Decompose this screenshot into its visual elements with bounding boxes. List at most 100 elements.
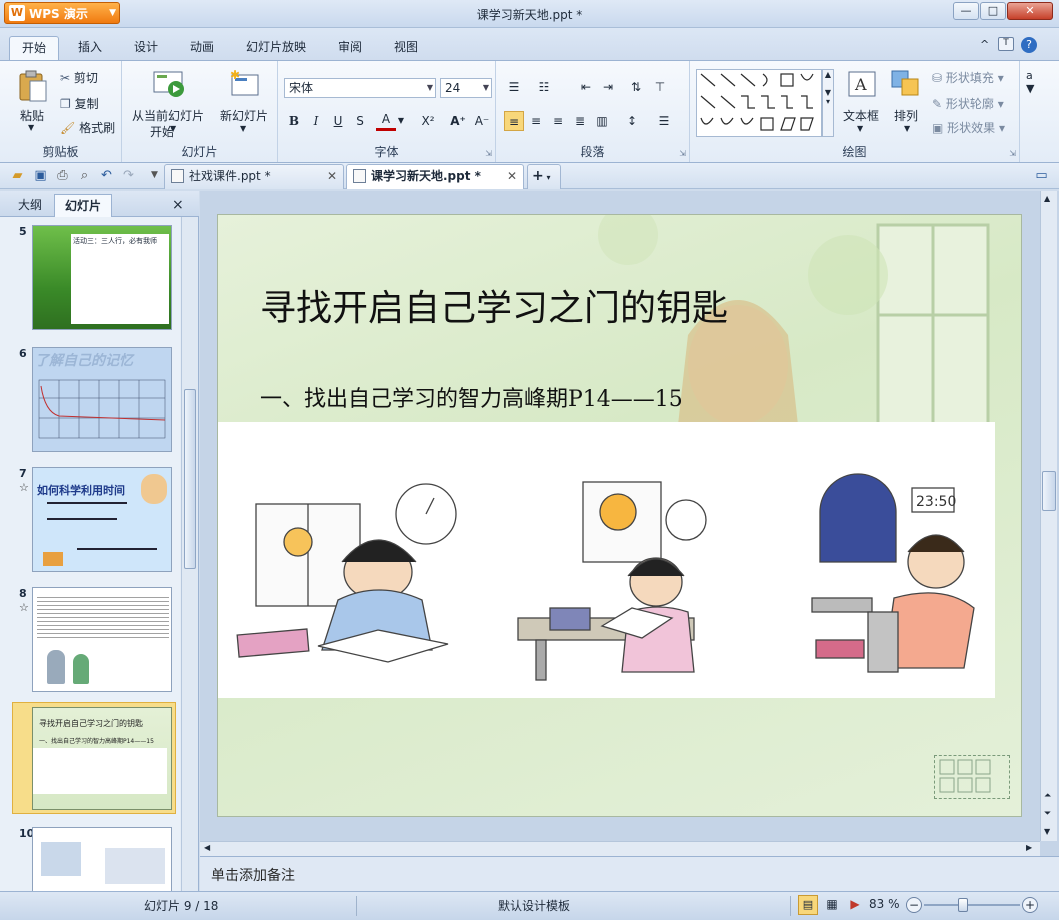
shape-outline-button[interactable]: ✎ 形状轮廓 ▾ (932, 95, 1004, 112)
maximize-button[interactable]: □ (980, 2, 1006, 20)
tab-view[interactable]: 视图 (382, 36, 430, 61)
cut-button[interactable]: ✂ 剪切 (60, 69, 98, 86)
arrange-icon[interactable] (890, 69, 922, 101)
doc-tab-2[interactable]: 课学习新天地.ppt * ✕ (346, 164, 524, 189)
zoom-slider-thumb[interactable] (958, 898, 968, 912)
shrink-font-button[interactable]: A⁻ (472, 111, 492, 131)
tab-slides[interactable]: 幻灯片 (54, 194, 113, 217)
strikethrough-button[interactable]: S (350, 111, 370, 131)
template-name[interactable]: 默认设计模板 (498, 897, 570, 914)
bold-button[interactable]: B (284, 111, 304, 131)
italic-button[interactable]: I (306, 111, 326, 131)
slide-sorter-icon[interactable]: ▦ (822, 895, 842, 915)
justify-button[interactable]: ≣ (570, 111, 590, 131)
slide-title[interactable]: 寻找开启自己学习之门的钥匙 (260, 279, 728, 331)
copy-button[interactable]: ❐ 复制 (60, 95, 99, 112)
tab-home[interactable]: 开始 (9, 36, 60, 61)
scrollbar-thumb[interactable] (184, 389, 196, 569)
help-icon[interactable]: ? (1021, 37, 1037, 53)
open-folder-icon[interactable]: ▰ (9, 167, 26, 184)
shapes-gallery-scroll[interactable]: ▲ ▼ ▾ (822, 69, 834, 137)
new-slide-button[interactable]: 新幻灯片 (220, 107, 268, 124)
slide-thumbnail-5[interactable]: 活动三：三人行，必有我师 (32, 225, 172, 330)
decrease-indent-icon[interactable]: ⇤ (576, 77, 596, 97)
tab-slideshow[interactable]: 幻灯片放映 (234, 36, 318, 61)
zoom-out-icon[interactable]: − (906, 897, 922, 913)
tab-animation[interactable]: 动画 (178, 36, 226, 61)
font-color-button[interactable]: A (376, 109, 396, 131)
collapse-ribbon-icon[interactable]: ^ (980, 38, 989, 51)
tab-review[interactable]: 审阅 (326, 36, 374, 61)
close-tab-icon[interactable]: ✕ (327, 165, 337, 187)
tab-outline[interactable]: 大纲 (8, 194, 52, 217)
shapes-gallery[interactable] (696, 69, 822, 137)
close-tab-icon[interactable]: ✕ (507, 165, 517, 187)
slide-thumbnail-8[interactable] (32, 587, 172, 692)
scroll-left-icon[interactable]: ◀ (204, 843, 210, 852)
new-tab-button[interactable]: + ▾ (527, 164, 561, 189)
window-list-icon[interactable]: ▭ (1033, 167, 1050, 184)
font-color-dropdown-icon[interactable]: ▼ (396, 111, 406, 131)
prev-slide-icon[interactable]: ⏶ (1044, 791, 1051, 801)
tab-design[interactable]: 设计 (122, 36, 170, 61)
slide-thumbnail-9[interactable]: 寻找开启自己学习之门的钥匙 一、找出自己学习的智力高峰期P14——15 (32, 707, 172, 810)
slide-thumbnail-10[interactable] (32, 827, 172, 891)
line-spacing-icon[interactable]: ↕ (622, 111, 642, 131)
align-text-icon[interactable]: ⊤ (650, 77, 670, 97)
paste-dropdown-icon[interactable]: ▼ (28, 123, 34, 132)
textbox-button[interactable]: 文本框 (843, 107, 879, 124)
zoom-in-icon[interactable]: + (1022, 897, 1038, 913)
next-slide-icon[interactable]: ⏷ (1044, 809, 1051, 819)
scroll-up-icon[interactable]: ▲ (1044, 194, 1050, 203)
play-from-current-icon[interactable] (152, 69, 184, 101)
from-current-button[interactable]: 从当前幻灯片 (132, 107, 204, 124)
study-illustration[interactable]: 23:50 (218, 422, 995, 698)
from-current-dropdown-icon[interactable]: ▼ (170, 124, 176, 133)
thumbnail-scrollbar[interactable] (181, 217, 198, 891)
text-direction-icon[interactable]: ⇅ (626, 77, 646, 97)
undo-icon[interactable]: ↶ (98, 167, 115, 184)
normal-view-icon[interactable]: ▤ (798, 895, 818, 915)
more-ribbon-icon[interactable]: a ▼ (1026, 69, 1034, 95)
slide-horizontal-scrollbar[interactable]: ◀ ▶ (200, 841, 1040, 856)
scroll-down-icon[interactable]: ▼ (1044, 827, 1050, 836)
font-size-select[interactable]: 24 ▼ (440, 78, 492, 98)
customize-toolbar-icon[interactable]: ▼ (146, 167, 163, 184)
paste-button[interactable]: 粘贴 (20, 107, 44, 124)
arrange-dropdown-icon[interactable]: ▼ (904, 124, 910, 133)
save-icon[interactable]: ▣ (32, 167, 49, 184)
underline-button[interactable]: U (328, 111, 348, 131)
close-button[interactable]: ✕ (1007, 2, 1053, 20)
slide-canvas[interactable]: 寻找开启自己学习之门的钥匙 一、找出自己学习的智力高峰期P14——15 23:5… (217, 214, 1022, 817)
distribute-button[interactable]: ▥ (592, 111, 612, 131)
paste-icon[interactable] (17, 69, 49, 102)
redo-icon[interactable]: ↷ (120, 167, 137, 184)
dialog-launcher-icon[interactable]: ⇲ (679, 149, 686, 158)
slide-thumbnail-6[interactable]: 了解自己的记忆 (32, 347, 172, 452)
slideshow-icon[interactable]: ▶ (845, 895, 865, 915)
tab-insert[interactable]: 插入 (66, 36, 114, 61)
notes-placeholder[interactable]: 单击添加备注 (211, 865, 295, 885)
minimize-button[interactable]: — (953, 2, 979, 20)
slide-thumbnail-7[interactable]: 如何科学利用时间 (32, 467, 172, 572)
print-preview-icon[interactable]: ⌕ (76, 167, 93, 184)
notes-pane[interactable]: 单击添加备注 (200, 856, 1059, 891)
shape-effect-button[interactable]: ▣ 形状效果 ▾ (932, 119, 1005, 136)
new-slide-dropdown-icon[interactable]: ▼ (240, 124, 246, 133)
shape-fill-button[interactable]: ⛁ 形状填充 ▾ (932, 69, 1004, 86)
textbox-icon[interactable]: A (846, 69, 878, 101)
align-right-button[interactable]: ≡ (548, 111, 568, 131)
dialog-launcher-icon[interactable]: ⇲ (1009, 149, 1016, 158)
close-pane-icon[interactable]: × (172, 194, 184, 217)
scrollbar-thumb[interactable] (1042, 471, 1056, 511)
numbering-icon[interactable]: ☷ (534, 77, 554, 97)
font-name-select[interactable]: 宋体 ▼ (284, 78, 436, 98)
align-center-button[interactable]: ≡ (526, 111, 546, 131)
scroll-right-icon[interactable]: ▶ (1026, 843, 1032, 852)
slide-vertical-scrollbar[interactable]: ▲ ⏶ ⏷ ▼ (1040, 191, 1057, 841)
grow-font-button[interactable]: A⁺ (448, 111, 468, 131)
paragraph-spacing-icon[interactable]: ☰ (654, 111, 674, 131)
bullets-icon[interactable]: ☰ (504, 77, 524, 97)
zoom-slider-track[interactable] (924, 904, 1020, 906)
slide-subtitle[interactable]: 一、找出自己学习的智力高峰期P14——15 (260, 381, 683, 413)
